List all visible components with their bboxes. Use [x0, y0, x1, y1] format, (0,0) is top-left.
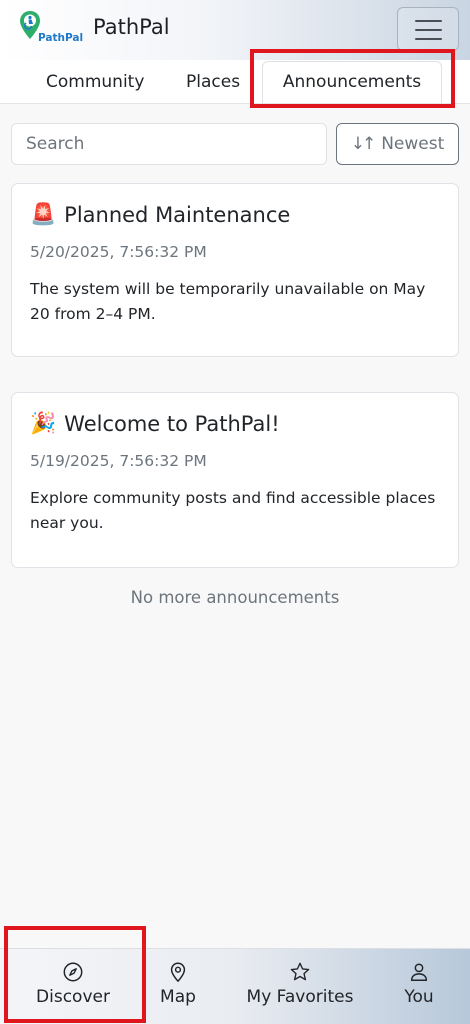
hamburger-icon-bottom: [415, 38, 442, 41]
nav-you[interactable]: You: [390, 949, 448, 1024]
menu-button[interactable]: [397, 7, 459, 51]
announcement-card[interactable]: 🎉 Welcome to PathPal! 5/19/2025, 7:56:32…: [11, 392, 459, 568]
compass-icon: [63, 962, 83, 982]
announcement-date: 5/20/2025, 7:56:32 PM: [30, 243, 207, 261]
app-title: PathPal: [93, 15, 170, 39]
app-header: PathPal PathPal: [0, 0, 470, 60]
search-input[interactable]: [11, 123, 327, 165]
nav-my-favorites-label: My Favorites: [246, 987, 354, 1007]
announcement-body: Explore community posts and find accessi…: [30, 489, 436, 532]
announcement-body: The system will be temporarily unavailab…: [30, 280, 426, 323]
nav-discover[interactable]: Discover: [8, 949, 138, 1024]
nav-you-label: You: [404, 987, 434, 1007]
bottom-nav: Discover Map My Favorites You: [0, 948, 470, 1024]
logo-wordmark: PathPal: [38, 32, 84, 44]
tab-community[interactable]: Community: [46, 60, 144, 104]
announcement-date: 5/19/2025, 7:56:32 PM: [30, 452, 207, 470]
end-of-list-message: No more announcements: [130, 588, 340, 607]
party-popper-icon: 🎉: [30, 411, 57, 435]
nav-my-favorites[interactable]: My Favorites: [240, 949, 360, 1024]
hamburger-icon-middle: [415, 29, 442, 32]
announcement-title-row: 🚨 Planned Maintenance: [30, 202, 440, 227]
siren-icon: 🚨: [30, 202, 57, 226]
section-tabs: Community Places Announcements: [0, 60, 470, 104]
sort-label: Newest: [381, 134, 445, 154]
star-icon: [290, 962, 310, 981]
nav-map[interactable]: Map: [148, 949, 208, 1024]
announcement-title: Planned Maintenance: [64, 202, 291, 227]
map-pin-icon: [170, 962, 186, 983]
pathpal-logo[interactable]: PathPal: [18, 9, 84, 47]
announcement-card[interactable]: 🚨 Planned Maintenance 5/20/2025, 7:56:32…: [11, 183, 459, 357]
tab-places[interactable]: Places: [186, 60, 240, 104]
person-icon: [410, 963, 428, 981]
sort-newest-button[interactable]: ↓↑ Newest: [336, 123, 459, 165]
nav-map-label: Map: [160, 987, 196, 1007]
announcement-title-row: 🎉 Welcome to PathPal!: [30, 411, 440, 436]
announcement-title: Welcome to PathPal!: [64, 411, 280, 436]
sort-arrows-icon: ↓↑: [350, 134, 376, 154]
hamburger-icon: [415, 20, 442, 23]
tab-announcements[interactable]: Announcements: [262, 61, 442, 103]
nav-discover-label: Discover: [36, 987, 110, 1007]
